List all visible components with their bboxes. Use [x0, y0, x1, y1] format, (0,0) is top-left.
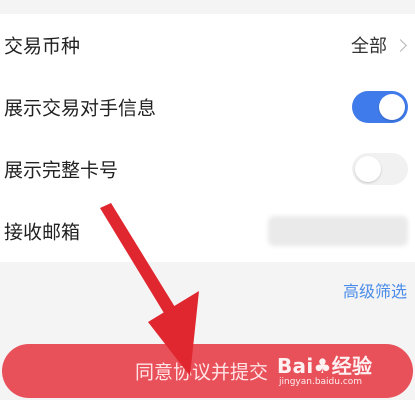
show-full-card-row: 展示完整卡号: [0, 138, 415, 200]
show-counterparty-row: 展示交易对手信息: [0, 76, 415, 138]
toggle-knob: [379, 94, 405, 120]
show-full-card-label: 展示完整卡号: [4, 159, 119, 182]
watermark-url: jingyan.baidu.com: [279, 377, 363, 387]
top-spacer: [0, 0, 415, 14]
advanced-filter-link[interactable]: 高级筛选: [343, 278, 407, 302]
email-label: 接收邮箱: [4, 221, 81, 244]
chevron-right-icon: [394, 38, 407, 52]
show-counterparty-toggle[interactable]: [352, 91, 408, 123]
email-input-blurred[interactable]: [268, 216, 408, 246]
currency-value: 全部: [351, 36, 387, 57]
currency-selector[interactable]: 全部: [351, 32, 407, 58]
currency-label: 交易币种: [4, 35, 81, 58]
email-row: 接收邮箱: [0, 200, 415, 262]
baidu-jingyan-watermark: Bai♣经验 jingyan.baidu.com: [277, 350, 387, 394]
watermark-brand: Bai♣经验: [277, 354, 373, 378]
show-counterparty-label: 展示交易对手信息: [4, 97, 157, 120]
show-full-card-toggle[interactable]: [352, 153, 408, 185]
currency-row[interactable]: 交易币种 全部: [0, 14, 415, 76]
settings-card: 交易币种 全部 展示交易对手信息 展示完整卡号 接收邮箱: [0, 14, 415, 262]
toggle-knob: [355, 156, 381, 182]
